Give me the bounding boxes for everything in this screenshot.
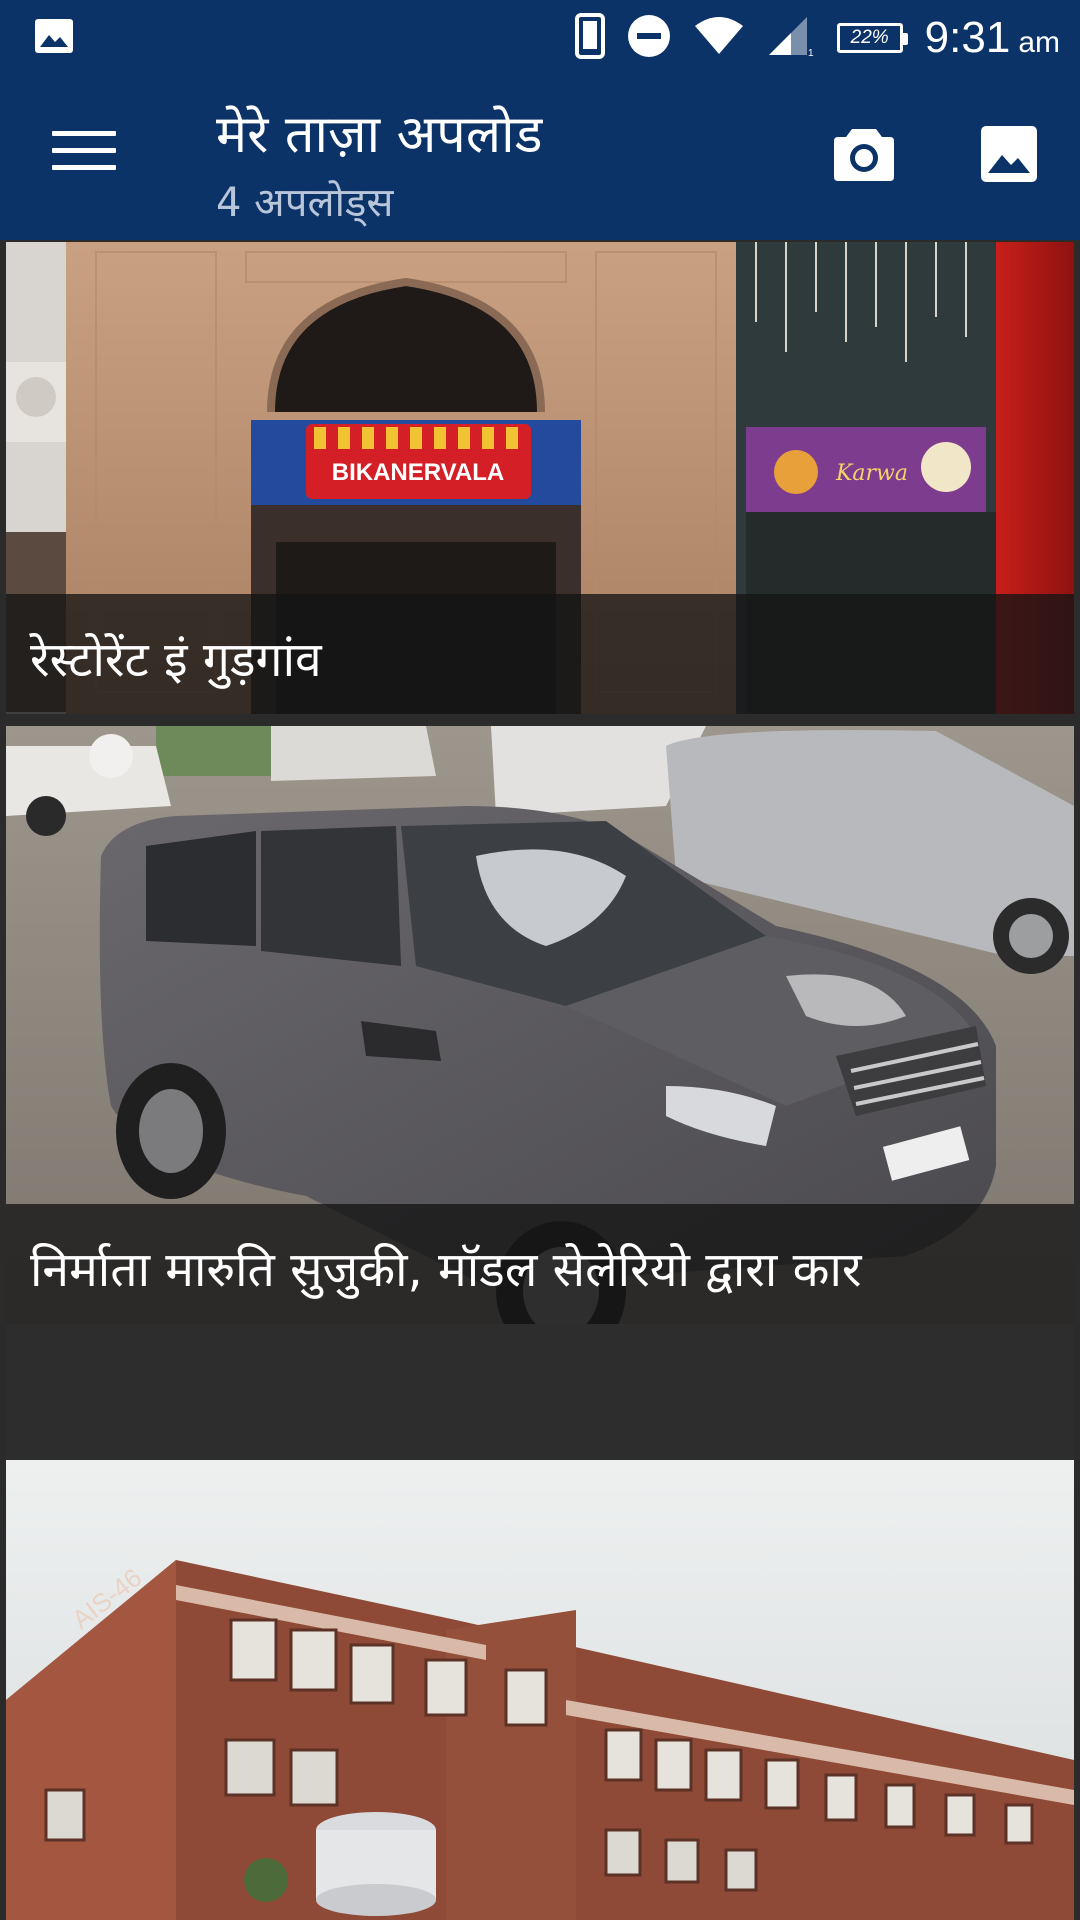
camera-button[interactable] [832,125,896,183]
time-ampm: am [1018,26,1060,59]
time-text: 9:31 [924,13,1011,62]
wifi-icon [693,16,745,60]
banner-text: Karwa [835,461,908,486]
upload-card-restaurant[interactable]: BIKANERVALA Karwa रेस्टोरेंट इं गुड़गांव [6,242,1074,714]
upload-count: 4 अपलोड्स [216,180,394,226]
card-separator [6,1324,1074,1460]
page-title: मेरे ताज़ा अपलोड [216,105,543,165]
cell-signal-icon: 1 [767,15,815,61]
upload-card-building[interactable]: AIS-46 [6,1460,1074,1920]
battery-icon: 22% [836,23,908,53]
app-bar: मेरे ताज़ा अपलोड 4 अपलोड्स [0,75,1080,240]
svg-text:1: 1 [808,48,814,57]
menu-button[interactable] [52,131,116,181]
uploads-feed: BIKANERVALA Karwa रेस्टोरेंट इं गुड़गांव [0,240,1080,1920]
upload-caption: निर्माता मारुति सुजुकी, मॉडल सेलेरियो द्… [30,1242,862,1298]
gallery-icon [981,126,1037,182]
battery-level: 22% [850,27,889,48]
upload-caption: रेस्टोरेंट इं गुड़गांव [30,632,322,688]
menu-icon-line [52,165,116,170]
notification-image-icon [34,18,74,58]
upload-card-car[interactable]: निर्माता मारुति सुजुकी, मॉडल सेलेरियो द्… [6,726,1074,1324]
menu-icon-line [52,148,116,153]
building-photo: AIS-46 [6,1460,1074,1920]
caption-bar: रेस्टोरेंट इं गुड़गांव [6,594,1074,714]
status-bar: 1 22% 9:31 am [0,0,1080,75]
gallery-button[interactable] [980,125,1038,183]
phone-icon [574,13,605,63]
do-not-disturb-icon [627,14,671,62]
menu-icon-line [52,131,116,136]
caption-bar: निर्माता मारुति सुजुकी, मॉडल सेलेरियो द्… [6,1204,1074,1324]
camera-icon [834,129,894,181]
sign-text: BIKANERVALA [332,459,504,486]
status-time: 9:31 am [925,13,1060,63]
